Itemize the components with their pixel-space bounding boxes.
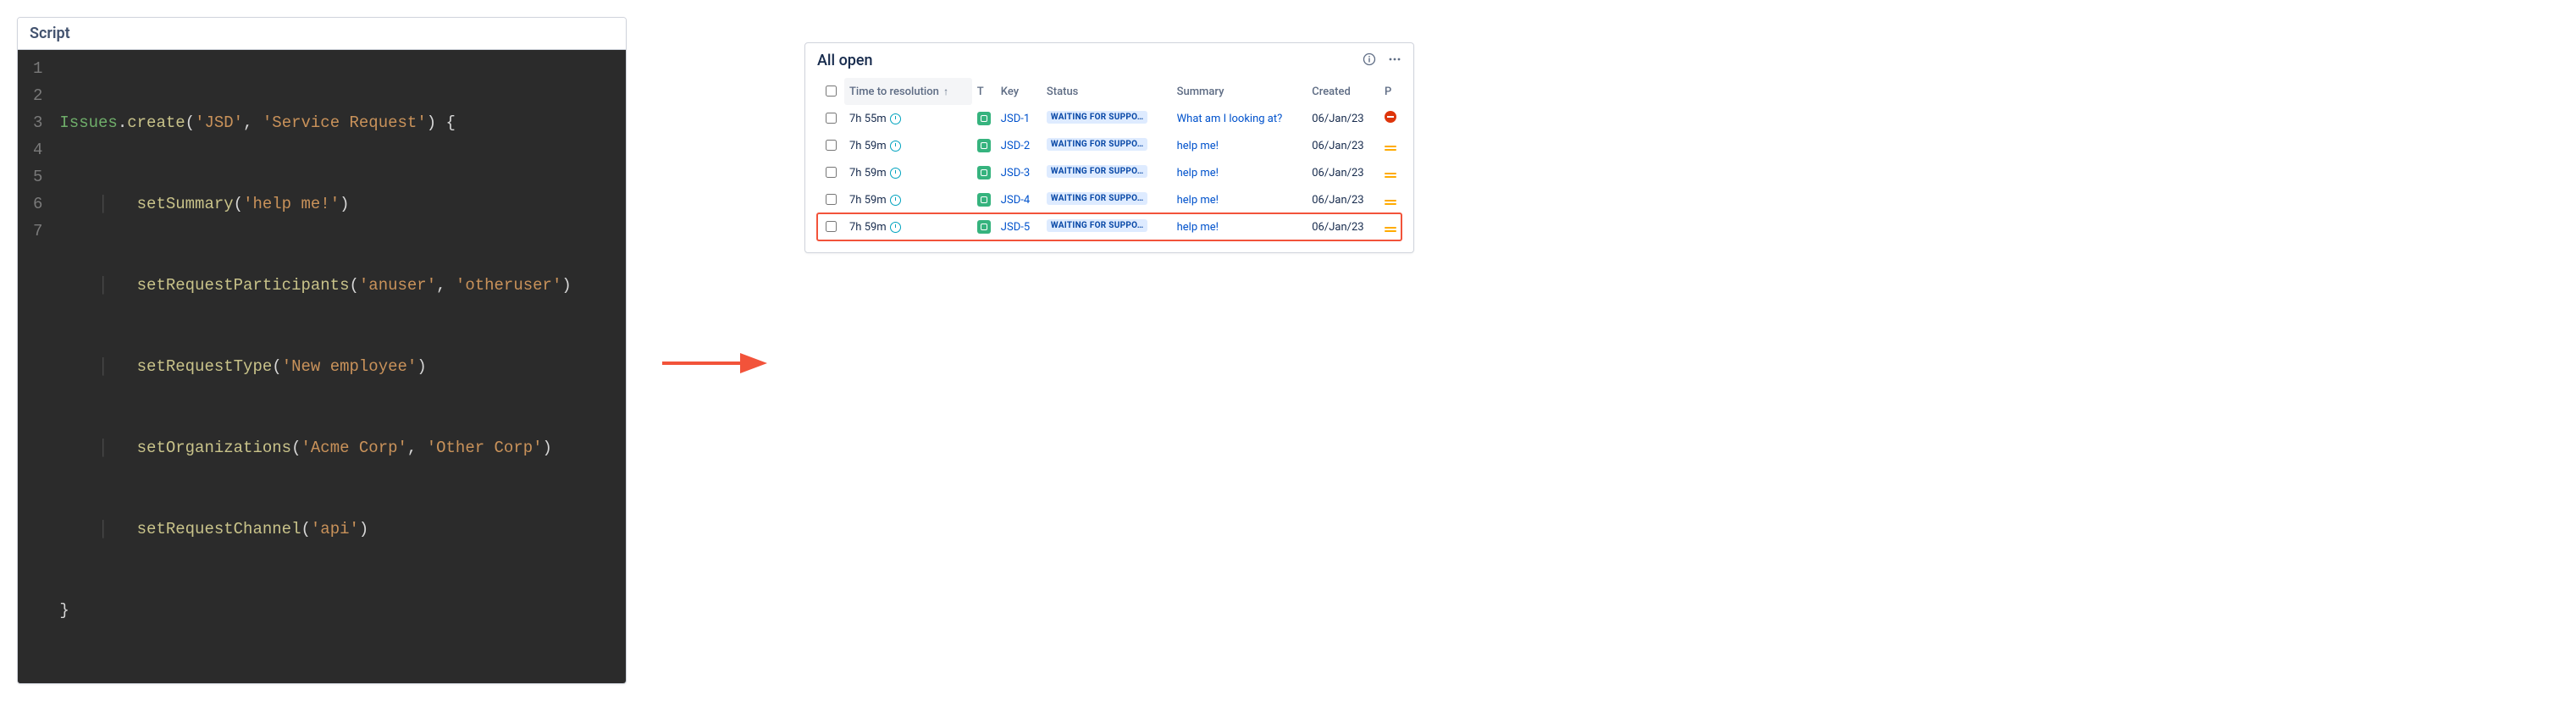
table-row[interactable]: 7h 59m JSD-3 WAITING FOR SUPPO… help me! 06… <box>817 159 1401 186</box>
table-row[interactable]: 7h 59m JSD-4 WAITING FOR SUPPO… help me! 06… <box>817 186 1401 213</box>
sla-value: 7h 59m <box>849 140 901 152</box>
issue-key-link[interactable]: JSD-1 <box>1001 113 1030 125</box>
priority-medium-icon <box>1385 197 1396 207</box>
col-summary[interactable]: Summary <box>1172 78 1307 105</box>
arrow-icon <box>661 350 771 376</box>
issue-type-icon <box>977 220 991 234</box>
created-cell: 06/Jan/23 <box>1307 105 1379 132</box>
clock-icon <box>890 141 901 152</box>
line-number: 6 <box>33 190 42 218</box>
code-line: │ setRequestParticipants('anuser', 'othe… <box>59 272 614 299</box>
row-checkbox[interactable] <box>826 113 837 124</box>
line-number: 3 <box>33 109 42 136</box>
info-icon[interactable] <box>1363 52 1376 69</box>
sla-value: 7h 59m <box>849 221 901 234</box>
issue-type-icon <box>977 112 991 125</box>
code-line: │ setRequestChannel('api') <box>59 516 614 543</box>
summary-link[interactable]: help me! <box>1177 140 1219 152</box>
created-cell: 06/Jan/23 <box>1307 132 1379 159</box>
editor-title: Script <box>18 18 626 50</box>
line-number-gutter: 1 2 3 4 5 6 7 <box>18 50 53 683</box>
priority-blocker-icon <box>1385 111 1396 123</box>
created-cell: 06/Jan/23 <box>1307 159 1379 186</box>
summary-link[interactable]: help me! <box>1177 194 1219 207</box>
line-number: 5 <box>33 163 42 190</box>
select-all-checkbox[interactable] <box>826 86 837 97</box>
col-key[interactable]: Key <box>996 78 1042 105</box>
table-row[interactable]: 7h 59m JSD-5 WAITING FOR SUPPO… help me! 06… <box>817 213 1401 240</box>
sort-asc-icon: ↑ <box>943 86 948 97</box>
issue-key-link[interactable]: JSD-5 <box>1001 221 1030 234</box>
col-status[interactable]: Status <box>1042 78 1172 105</box>
priority-medium-icon <box>1385 224 1396 235</box>
priority-medium-icon <box>1385 143 1396 153</box>
clock-icon <box>890 168 901 179</box>
col-sla[interactable]: Time to resolution ↑ <box>844 78 972 105</box>
code-line: } <box>59 597 614 624</box>
issue-key-link[interactable]: JSD-3 <box>1001 167 1030 179</box>
status-lozenge[interactable]: WAITING FOR SUPPO… <box>1047 138 1148 151</box>
clock-icon <box>890 195 901 206</box>
issues-table: Time to resolution ↑ T Key Status Summar… <box>817 78 1401 240</box>
queue-title: All open <box>817 52 873 69</box>
line-number: 4 <box>33 136 42 163</box>
created-cell: 06/Jan/23 <box>1307 186 1379 213</box>
row-checkbox[interactable] <box>826 194 837 205</box>
table-header-row: Time to resolution ↑ T Key Status Summar… <box>817 78 1401 105</box>
code-line: Issues.create('JSD', 'Service Request') … <box>59 109 614 136</box>
issue-key-link[interactable]: JSD-2 <box>1001 140 1030 152</box>
col-created[interactable]: Created <box>1307 78 1379 105</box>
code-line: │ setRequestType('New employee') <box>59 353 614 380</box>
table-row[interactable]: 7h 59m JSD-2 WAITING FOR SUPPO… help me! 06… <box>817 132 1401 159</box>
summary-link[interactable]: help me! <box>1177 167 1219 179</box>
sla-value: 7h 59m <box>849 167 901 179</box>
col-priority[interactable]: P <box>1379 78 1401 105</box>
status-lozenge[interactable]: WAITING FOR SUPPO… <box>1047 111 1148 124</box>
queue-panel: All open Time to resolution ↑ T Key Stat… <box>804 42 1414 253</box>
more-icon[interactable] <box>1388 52 1401 69</box>
issue-type-icon <box>977 139 991 152</box>
col-type[interactable]: T <box>972 78 996 105</box>
sla-value: 7h 59m <box>849 194 901 207</box>
code-line: │ setOrganizations('Acme Corp', 'Other C… <box>59 434 614 461</box>
row-checkbox[interactable] <box>826 221 837 232</box>
editor-body[interactable]: 1 2 3 4 5 6 7 Issues.create('JSD', 'Serv… <box>18 50 626 683</box>
sla-value: 7h 55m <box>849 113 901 125</box>
clock-icon <box>890 113 901 124</box>
line-number: 7 <box>33 218 42 245</box>
summary-link[interactable]: What am I looking at? <box>1177 113 1283 125</box>
script-editor-panel: Script 1 2 3 4 5 6 7 Issues.create('JSD'… <box>17 17 627 684</box>
clock-icon <box>890 222 901 233</box>
table-row[interactable]: 7h 55m JSD-1 WAITING FOR SUPPO… What am I … <box>817 105 1401 132</box>
status-lozenge[interactable]: WAITING FOR SUPPO… <box>1047 219 1148 232</box>
status-lozenge[interactable]: WAITING FOR SUPPO… <box>1047 165 1148 178</box>
code-line: │ setSummary('help me!') <box>59 190 614 218</box>
issue-type-icon <box>977 193 991 207</box>
row-checkbox[interactable] <box>826 140 837 151</box>
line-number: 2 <box>33 82 42 109</box>
summary-link[interactable]: help me! <box>1177 221 1219 234</box>
status-lozenge[interactable]: WAITING FOR SUPPO… <box>1047 192 1148 205</box>
line-number: 1 <box>33 55 42 82</box>
priority-medium-icon <box>1385 170 1396 180</box>
issue-type-icon <box>977 166 991 179</box>
issue-key-link[interactable]: JSD-4 <box>1001 194 1030 207</box>
code-area[interactable]: Issues.create('JSD', 'Service Request') … <box>53 50 626 683</box>
row-checkbox[interactable] <box>826 167 837 178</box>
created-cell: 06/Jan/23 <box>1307 213 1379 240</box>
